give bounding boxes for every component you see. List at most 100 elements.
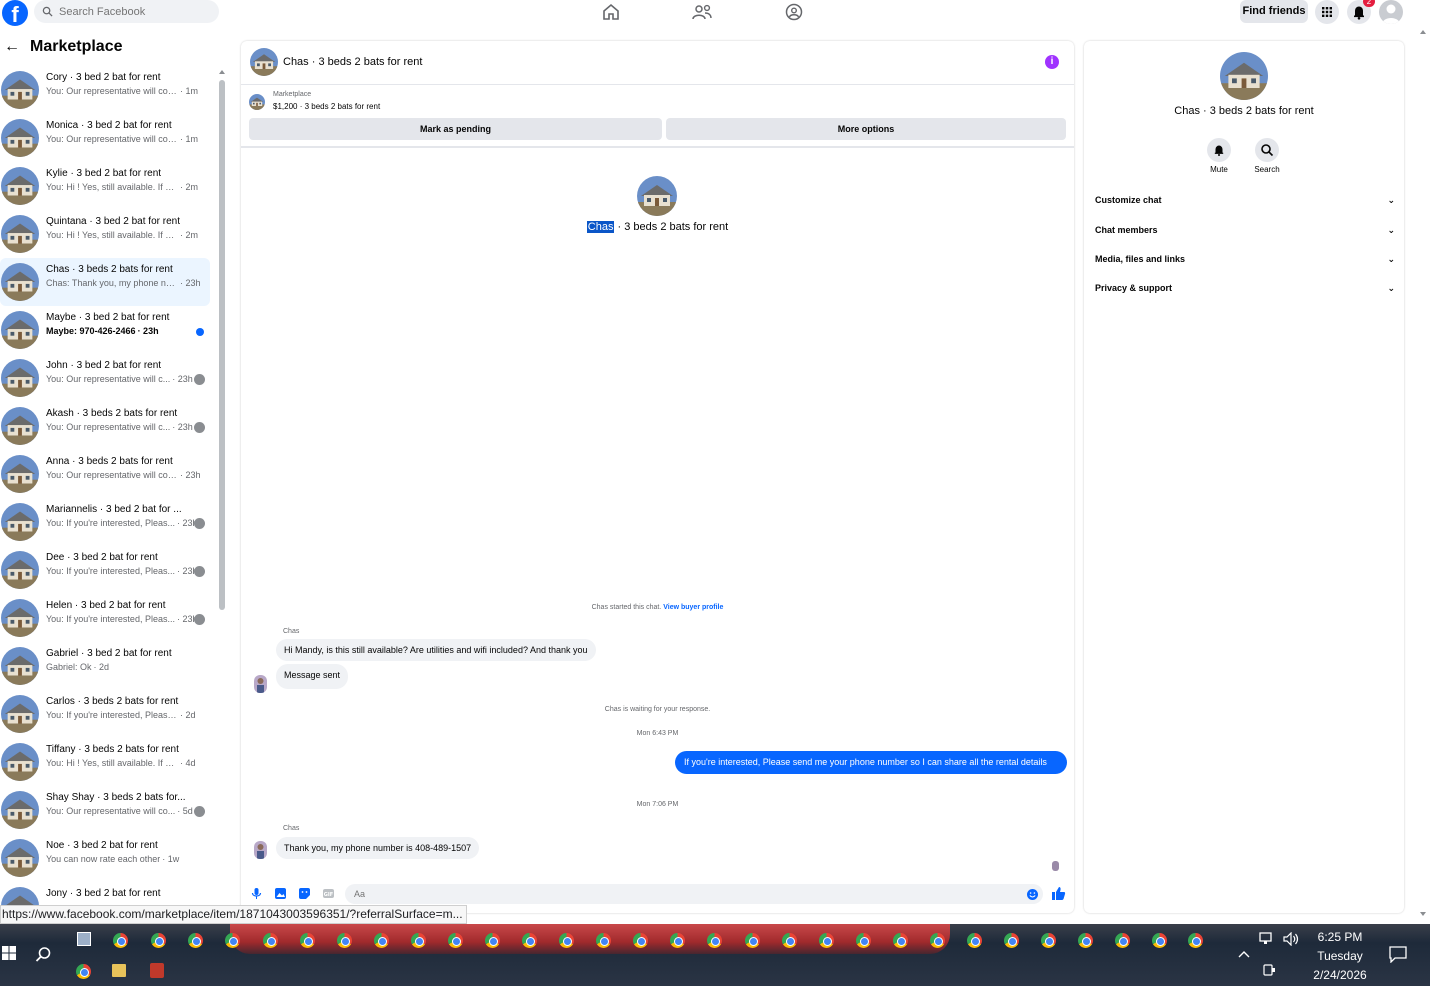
chrome-taskbar-icon[interactable]: [448, 933, 463, 948]
scroll-up-icon[interactable]: [1416, 28, 1430, 36]
privacy-support-item[interactable]: Privacy & support ⌄: [1095, 283, 1395, 293]
conversation-item[interactable]: Dee · 3 bed 2 bat for rent You: If you're…: [0, 546, 210, 594]
incoming-message[interactable]: Hi Mandy, is this still available? Are u…: [276, 639, 596, 661]
chrome-taskbar-icon[interactable]: [670, 933, 685, 948]
incoming-message[interactable]: Thank you, my phone number is 408-489-15…: [276, 837, 480, 859]
search-input[interactable]: [59, 5, 209, 18]
network-icon[interactable]: [1259, 932, 1277, 946]
listing-thumbnail[interactable]: [249, 94, 265, 110]
media-files-links-item[interactable]: Media, files and links ⌄: [1095, 254, 1395, 264]
chrome-taskbar-icon[interactable]: [337, 933, 352, 948]
more-options-button[interactable]: More options: [666, 118, 1066, 140]
chat-avatar[interactable]: [250, 48, 278, 76]
chrome-taskbar-icon[interactable]: [485, 933, 500, 948]
conversation-item[interactable]: Gabriel · 3 bed 2 bat for rent Gabriel: O…: [0, 642, 210, 690]
photo-icon[interactable]: [274, 887, 287, 900]
friends-icon[interactable]: [690, 2, 714, 22]
chrome-taskbar-icon[interactable]: [967, 933, 982, 948]
gif-icon[interactable]: GIF: [322, 887, 335, 900]
chrome-taskbar-icon[interactable]: [856, 933, 871, 948]
chrome-taskbar-icon[interactable]: [745, 933, 760, 948]
mute-action[interactable]: Mute: [1199, 138, 1239, 174]
chrome-taskbar-icon[interactable]: [633, 933, 648, 948]
chrome-taskbar-icon[interactable]: [893, 933, 908, 948]
chrome-taskbar-icon[interactable]: [76, 964, 91, 979]
conversation-item[interactable]: Carlos · 3 beds 2 bats for rent You: If y…: [0, 690, 210, 738]
scroll-up-icon[interactable]: [217, 68, 227, 76]
chrome-taskbar-icon[interactable]: [559, 933, 574, 948]
chrome-taskbar-icon[interactable]: [596, 933, 611, 948]
chrome-taskbar-icon[interactable]: [1115, 933, 1130, 948]
conversation-item[interactable]: Tiffany · 3 beds 2 bats for rent You: Hi …: [0, 738, 210, 786]
meet-now-icon[interactable]: [1262, 963, 1276, 977]
conversation-item[interactable]: Chas · 3 beds 2 bats for rent Chas: Thank…: [0, 258, 210, 306]
conversation-item[interactable]: Shay Shay · 3 beds 2 bats for... You: Our…: [0, 786, 210, 834]
conversation-item[interactable]: Mariannelis · 3 bed 2 bat for ... You: If…: [0, 498, 210, 546]
volume-icon[interactable]: [1283, 932, 1301, 946]
conversation-item[interactable]: Akash · 3 beds 2 bats for rent You: Our r…: [0, 402, 210, 450]
panel-avatar[interactable]: [1220, 52, 1268, 100]
windows-start-icon[interactable]: [2, 946, 16, 960]
find-friends-button[interactable]: Find friends: [1240, 0, 1308, 23]
chrome-taskbar-icon[interactable]: [300, 933, 315, 948]
search-action[interactable]: Search: [1247, 138, 1287, 174]
outgoing-message[interactable]: If you're interested, Please send me you…: [675, 751, 1067, 774]
conversation-item[interactable]: John · 3 bed 2 bat for rent You: Our repr…: [0, 354, 210, 402]
listing-price-title[interactable]: $1,200 · 3 beds 2 bats for rent: [273, 102, 380, 111]
profile-avatar[interactable]: [1379, 0, 1403, 24]
chrome-taskbar-icon[interactable]: [411, 933, 426, 948]
conversation-item[interactable]: Quintana · 3 bed 2 bat for rent You: Hi !…: [0, 210, 210, 258]
conversation-item[interactable]: Helen · 3 bed 2 bat for rent You: If you'…: [0, 594, 210, 642]
chrome-taskbar-icon[interactable]: [188, 933, 203, 948]
intro-avatar[interactable]: [637, 176, 677, 216]
chrome-taskbar-icon[interactable]: [782, 933, 797, 948]
emoji-icon[interactable]: [1026, 888, 1039, 901]
view-buyer-profile-link[interactable]: View buyer profile: [663, 604, 723, 611]
chrome-taskbar-icon[interactable]: [225, 933, 240, 948]
chrome-taskbar-icon[interactable]: [374, 933, 389, 948]
chrome-taskbar-icon[interactable]: [151, 933, 166, 948]
chrome-taskbar-icon[interactable]: [707, 933, 722, 948]
scroll-down-icon[interactable]: [1416, 910, 1430, 918]
file-explorer-icon[interactable]: [112, 964, 126, 977]
chrome-taskbar-icon[interactable]: [522, 933, 537, 948]
incoming-message[interactable]: Message sent: [276, 664, 349, 689]
conversation-item[interactable]: Jony · 3 bed 2 bat for rent: [0, 882, 210, 906]
conversation-item[interactable]: Maybe · 3 bed 2 bat for rent Maybe: 970-4…: [0, 306, 210, 354]
mark-pending-button[interactable]: Mark as pending: [249, 118, 662, 140]
sidebar-scrollbar[interactable]: [217, 66, 227, 906]
chrome-taskbar-icon[interactable]: [1004, 933, 1019, 948]
chrome-taskbar-icon[interactable]: [263, 933, 278, 948]
chrome-taskbar-icon[interactable]: [819, 933, 834, 948]
conversation-item[interactable]: Kylie · 3 bed 2 bat for rent You: Hi ! Ye…: [0, 162, 210, 210]
show-hidden-icons-icon[interactable]: [1237, 949, 1251, 959]
notification-center-icon[interactable]: [1389, 946, 1407, 963]
chrome-taskbar-icon[interactable]: [1041, 933, 1056, 948]
chrome-taskbar-icon[interactable]: [930, 933, 945, 948]
conversation-item[interactable]: Anna · 3 beds 2 bats for rent You: Our re…: [0, 450, 210, 498]
chrome-taskbar-icon[interactable]: [1188, 933, 1203, 948]
facebook-logo-icon[interactable]: f: [2, 0, 28, 26]
sticker-icon[interactable]: [298, 887, 311, 900]
app-taskbar-icon[interactable]: [150, 963, 164, 978]
sidebar-scroll-thumb[interactable]: [219, 80, 225, 610]
back-arrow-icon[interactable]: ←: [4, 38, 20, 56]
search-box[interactable]: [34, 0, 219, 23]
thumbs-up-icon[interactable]: [1051, 886, 1066, 901]
chrome-taskbar-icon[interactable]: [113, 933, 128, 948]
customize-chat-item[interactable]: Customize chat ⌄: [1095, 195, 1395, 205]
home-icon[interactable]: [599, 2, 623, 22]
conversation-item[interactable]: Cory · 3 bed 2 bat for rent You: Our repr…: [0, 66, 210, 114]
chrome-taskbar-icon[interactable]: [1152, 933, 1167, 948]
microphone-icon[interactable]: [250, 887, 263, 900]
app-taskbar-icon[interactable]: [77, 932, 91, 946]
groups-icon[interactable]: [782, 2, 806, 22]
chat-title[interactable]: Chas · 3 beds 2 bats for rent: [283, 56, 422, 68]
message-input[interactable]: [345, 884, 1043, 904]
apps-grid-button[interactable]: [1315, 0, 1339, 24]
conversation-item[interactable]: Monica · 3 bed 2 bat for rent You: Our re…: [0, 114, 210, 162]
conversation-item[interactable]: Noe · 3 bed 2 bat for rent You can now ra…: [0, 834, 210, 882]
info-icon[interactable]: i: [1045, 55, 1059, 69]
taskbar-clock[interactable]: 6:25 PM Tuesday 2/24/2026: [1304, 928, 1376, 985]
taskbar-search-icon[interactable]: [35, 946, 52, 963]
